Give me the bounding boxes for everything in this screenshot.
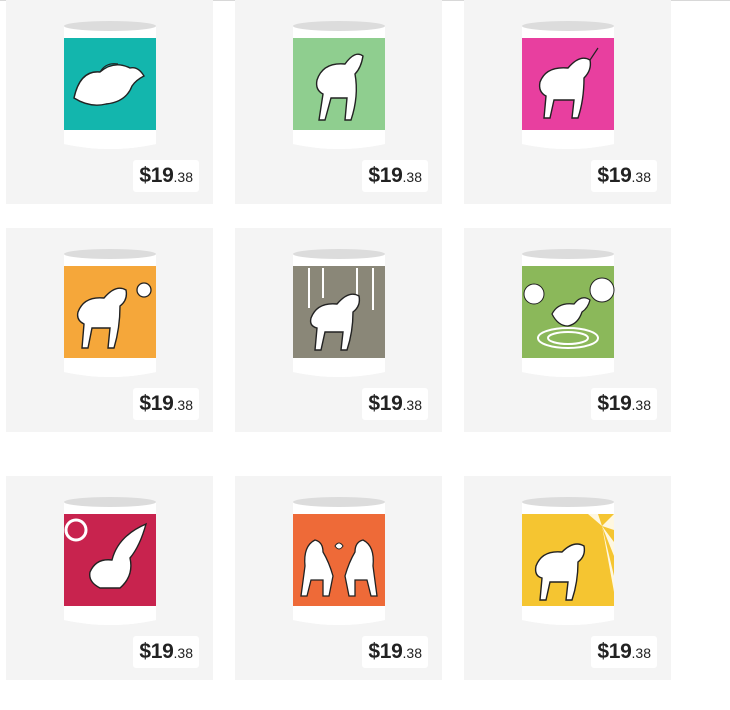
price-tag: $19.38 [362,160,428,192]
mug-image [63,249,156,377]
price-dollars: 19 [608,392,632,415]
price-tag: $19.38 [133,388,199,420]
price-cents: .38 [173,397,193,413]
price-cents: .38 [402,397,422,413]
price-cents: .38 [402,169,422,185]
price-currency: $ [139,164,151,187]
product-card[interactable]: $19.38 [6,476,213,680]
mug-image [521,497,614,625]
product-card[interactable]: $19.38 [235,476,442,680]
price-currency: $ [139,640,151,663]
product-card[interactable]: $19.38 [464,0,671,204]
price-currency: $ [597,164,609,187]
product-card[interactable]: $19.38 [464,228,671,432]
product-card[interactable]: $19.38 [6,228,213,432]
price-cents: .38 [631,169,651,185]
price-currency: $ [597,640,609,663]
mug-image [292,249,385,377]
price-dollars: 19 [608,640,632,663]
product-card[interactable]: $19.38 [6,0,213,204]
product-grid: $19.38 $19.38 $19.38 $ 19 .38 $ 19 .38 $… [0,0,730,710]
price-dollars: 19 [150,640,174,663]
price-cents: .38 [173,169,193,185]
price-cents: .38 [631,397,651,413]
mug-image [521,21,614,149]
price-tag: $19.38 [591,636,657,668]
mug-image [292,497,385,625]
price-currency: $ [368,164,380,187]
price-currency: $ [597,392,609,415]
price-currency: $ [139,392,151,415]
price-tag: $19.38 [362,388,428,420]
price-tag: $19.38 [591,160,657,192]
price-cents: .38 [631,645,651,661]
price-dollars: 19 [150,164,174,187]
price-dollars: 19 [608,164,632,187]
mug-image [63,21,156,149]
price-dollars: 19 [379,392,403,415]
price-dollars: 19 [379,164,403,187]
product-card[interactable]: $19.38 [464,476,671,680]
product-card[interactable]: $19.38 [235,228,442,432]
price-tag: $19.38 [362,636,428,668]
product-card[interactable]: $19.38 [235,0,442,204]
mug-image [292,21,385,149]
mug-image [521,249,614,377]
price-currency: $ [368,392,380,415]
price-dollars: 19 [379,640,403,663]
price-dollars: 19 [150,392,174,415]
price-cents: .38 [173,645,193,661]
price-currency: $ [368,640,380,663]
mug-image [63,497,156,625]
price-tag: $19.38 [591,388,657,420]
price-tag: $19.38 [133,636,199,668]
price-tag: $19.38 [133,160,199,192]
price-cents: .38 [402,645,422,661]
